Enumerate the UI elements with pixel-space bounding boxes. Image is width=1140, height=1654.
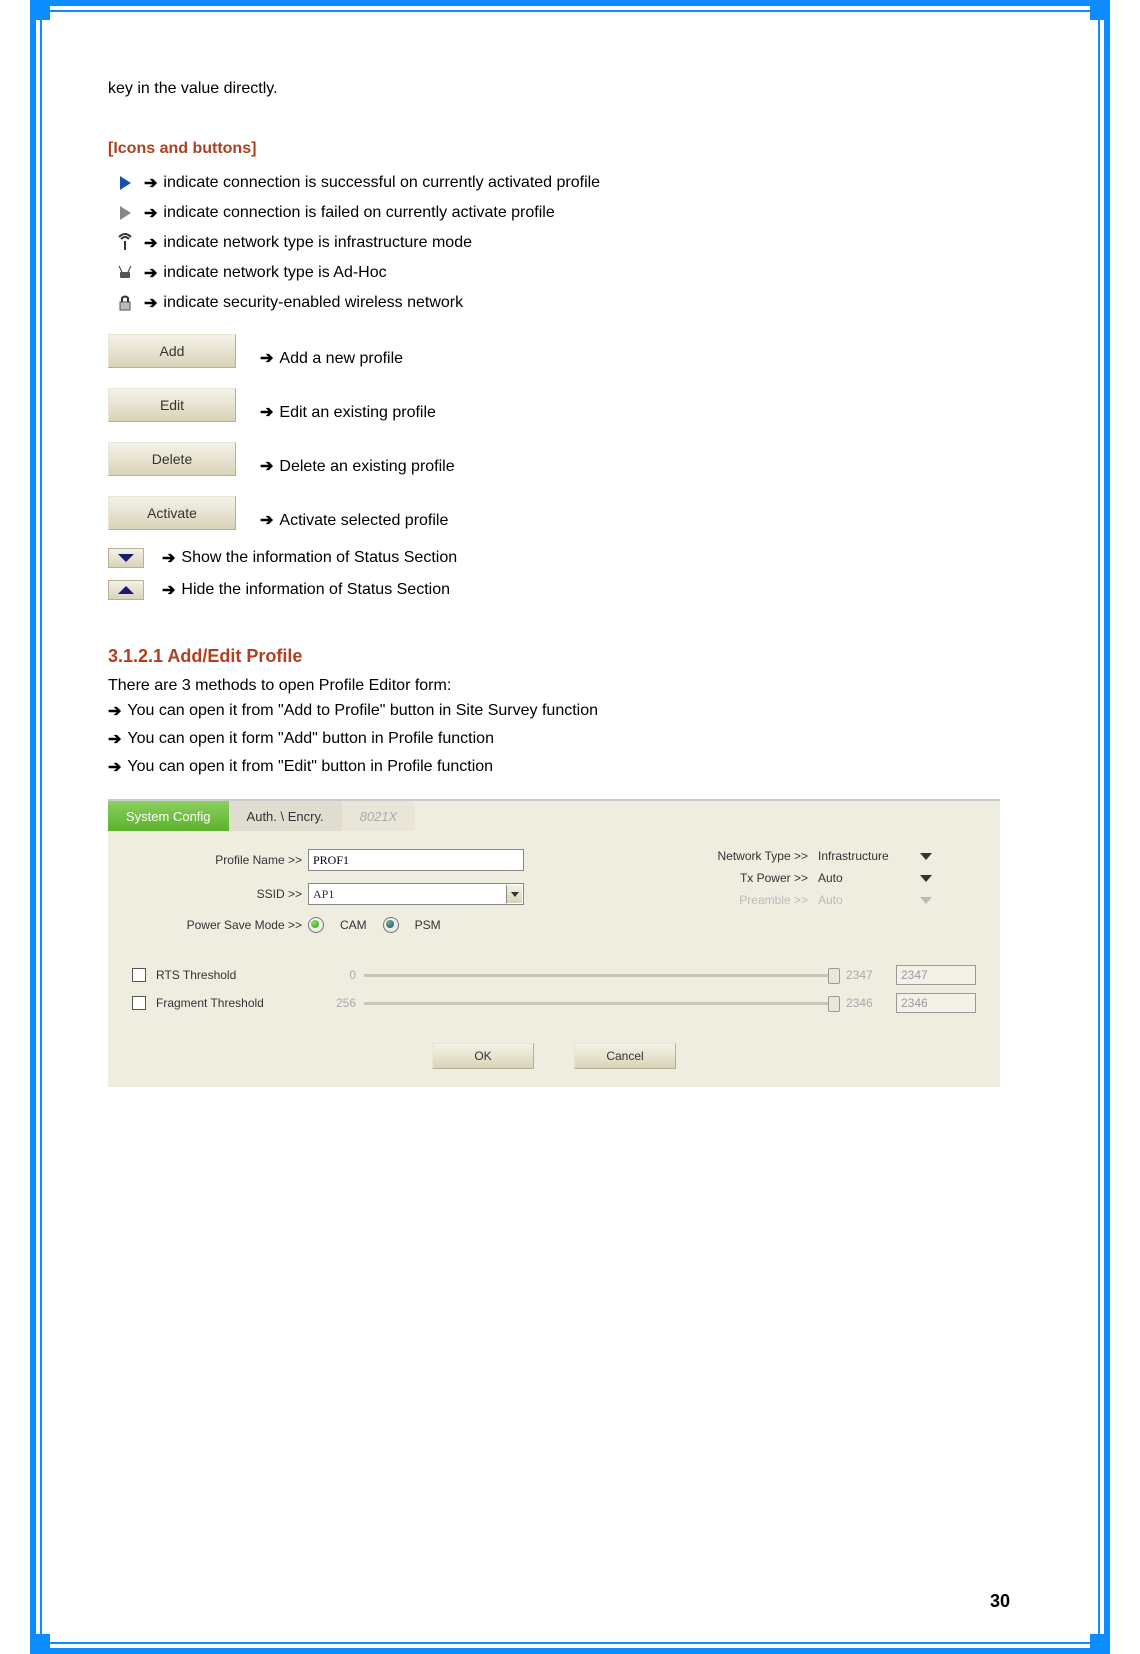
- frag-checkbox[interactable]: [132, 996, 146, 1010]
- arrow-icon: ➔: [144, 173, 157, 193]
- legend-adhoc-text: indicate network type is Ad-Hoc: [163, 264, 386, 282]
- arrow-icon: ➔: [144, 293, 157, 313]
- method-3: You can open it from "Edit" button in Pr…: [127, 758, 493, 776]
- profile-name-label: Profile Name >>: [132, 853, 308, 867]
- arrow-icon: ➔: [144, 263, 157, 283]
- arrow-icon: ➔: [260, 510, 273, 530]
- infrastructure-icon: [108, 232, 142, 254]
- edit-button[interactable]: Edit: [108, 388, 236, 422]
- chevron-up-icon: [118, 586, 134, 594]
- triangle-gray-icon: [108, 202, 142, 224]
- page-number: 30: [990, 1591, 1010, 1612]
- preamble-value: Auto: [818, 893, 912, 907]
- legend-secure-text: indicate security-enabled wireless netwo…: [163, 294, 463, 312]
- cam-radio[interactable]: [308, 917, 324, 933]
- legend-infra-text: indicate network type is infrastructure …: [163, 234, 472, 252]
- arrow-icon: ➔: [144, 233, 157, 253]
- cam-radio-label: CAM: [340, 918, 367, 932]
- psm-radio-label: PSM: [415, 918, 441, 932]
- profile-name-input[interactable]: [308, 849, 524, 871]
- tab-auth-encry[interactable]: Auth. \ Encry.: [229, 801, 342, 831]
- rts-checkbox[interactable]: [132, 968, 146, 982]
- ssid-value: AP1: [313, 887, 334, 902]
- frag-label: Fragment Threshold: [156, 996, 306, 1010]
- chevron-down-icon: [920, 897, 932, 904]
- tx-power-label: Tx Power >>: [696, 871, 818, 885]
- frag-min: 256: [306, 996, 364, 1010]
- hide-status-desc: Hide the information of Status Section: [181, 581, 450, 599]
- arrow-icon: ➔: [260, 348, 273, 368]
- arrow-icon: ➔: [144, 203, 157, 223]
- arrow-icon: ➔: [260, 402, 273, 422]
- rts-slider[interactable]: [364, 974, 838, 977]
- triangle-blue-icon: [108, 172, 142, 194]
- method-2: You can open it form "Add" button in Pro…: [127, 730, 494, 748]
- tab-system-config[interactable]: System Config: [108, 801, 229, 831]
- expand-down-button[interactable]: [108, 548, 144, 568]
- arrow-icon: ➔: [260, 456, 273, 476]
- activate-button[interactable]: Activate: [108, 496, 236, 530]
- adhoc-icon: [108, 262, 142, 284]
- subsection-heading: 3.1.2.1 Add/Edit Profile: [108, 646, 1004, 667]
- psm-label: Power Save Mode >>: [132, 918, 308, 932]
- psm-radio[interactable]: [383, 917, 399, 933]
- add-desc: Add a new profile: [279, 350, 403, 368]
- activate-desc: Activate selected profile: [279, 512, 448, 530]
- frag-max: 2346: [846, 996, 886, 1010]
- chevron-down-icon: [118, 554, 134, 562]
- arrow-icon: ➔: [162, 548, 175, 568]
- show-status-desc: Show the information of Status Section: [181, 549, 457, 567]
- subsection-intro: There are 3 methods to open Profile Edit…: [108, 677, 1004, 695]
- rts-value[interactable]: 2347: [896, 965, 976, 985]
- arrow-icon: ➔: [108, 701, 121, 721]
- chevron-down-icon[interactable]: [920, 853, 932, 860]
- ssid-label: SSID >>: [132, 887, 308, 901]
- delete-desc: Delete an existing profile: [279, 458, 454, 476]
- ok-button[interactable]: OK: [432, 1043, 534, 1069]
- rts-label: RTS Threshold: [156, 968, 306, 982]
- rts-min: 0: [306, 968, 364, 982]
- chevron-down-icon: [506, 885, 522, 903]
- preamble-label: Preamble >>: [696, 893, 818, 907]
- rts-max: 2347: [846, 968, 886, 982]
- tx-power-value[interactable]: Auto: [818, 871, 912, 885]
- frag-value[interactable]: 2346: [896, 993, 976, 1013]
- legend-success-text: indicate connection is successful on cur…: [163, 174, 600, 192]
- network-type-value[interactable]: Infrastructure: [818, 849, 912, 863]
- icons-heading: [Icons and buttons]: [108, 140, 1004, 158]
- cancel-button[interactable]: Cancel: [574, 1043, 676, 1069]
- legend-failed-text: indicate connection is failed on current…: [163, 204, 554, 222]
- top-note: key in the value directly.: [108, 80, 1004, 98]
- arrow-icon: ➔: [162, 580, 175, 600]
- lock-icon: [108, 292, 142, 314]
- method-1: You can open it from "Add to Profile" bu…: [127, 702, 598, 720]
- delete-button[interactable]: Delete: [108, 442, 236, 476]
- ssid-combo[interactable]: AP1: [308, 883, 524, 905]
- profile-editor-panel: System Config Auth. \ Encry. 8021X Profi…: [108, 799, 1000, 1087]
- tab-8021x: 8021X: [342, 801, 416, 831]
- collapse-up-button[interactable]: [108, 580, 144, 600]
- arrow-icon: ➔: [108, 757, 121, 777]
- frag-slider[interactable]: [364, 1002, 838, 1005]
- edit-desc: Edit an existing profile: [279, 404, 436, 422]
- arrow-icon: ➔: [108, 729, 121, 749]
- network-type-label: Network Type >>: [696, 849, 818, 863]
- chevron-down-icon[interactable]: [920, 875, 932, 882]
- add-button[interactable]: Add: [108, 334, 236, 368]
